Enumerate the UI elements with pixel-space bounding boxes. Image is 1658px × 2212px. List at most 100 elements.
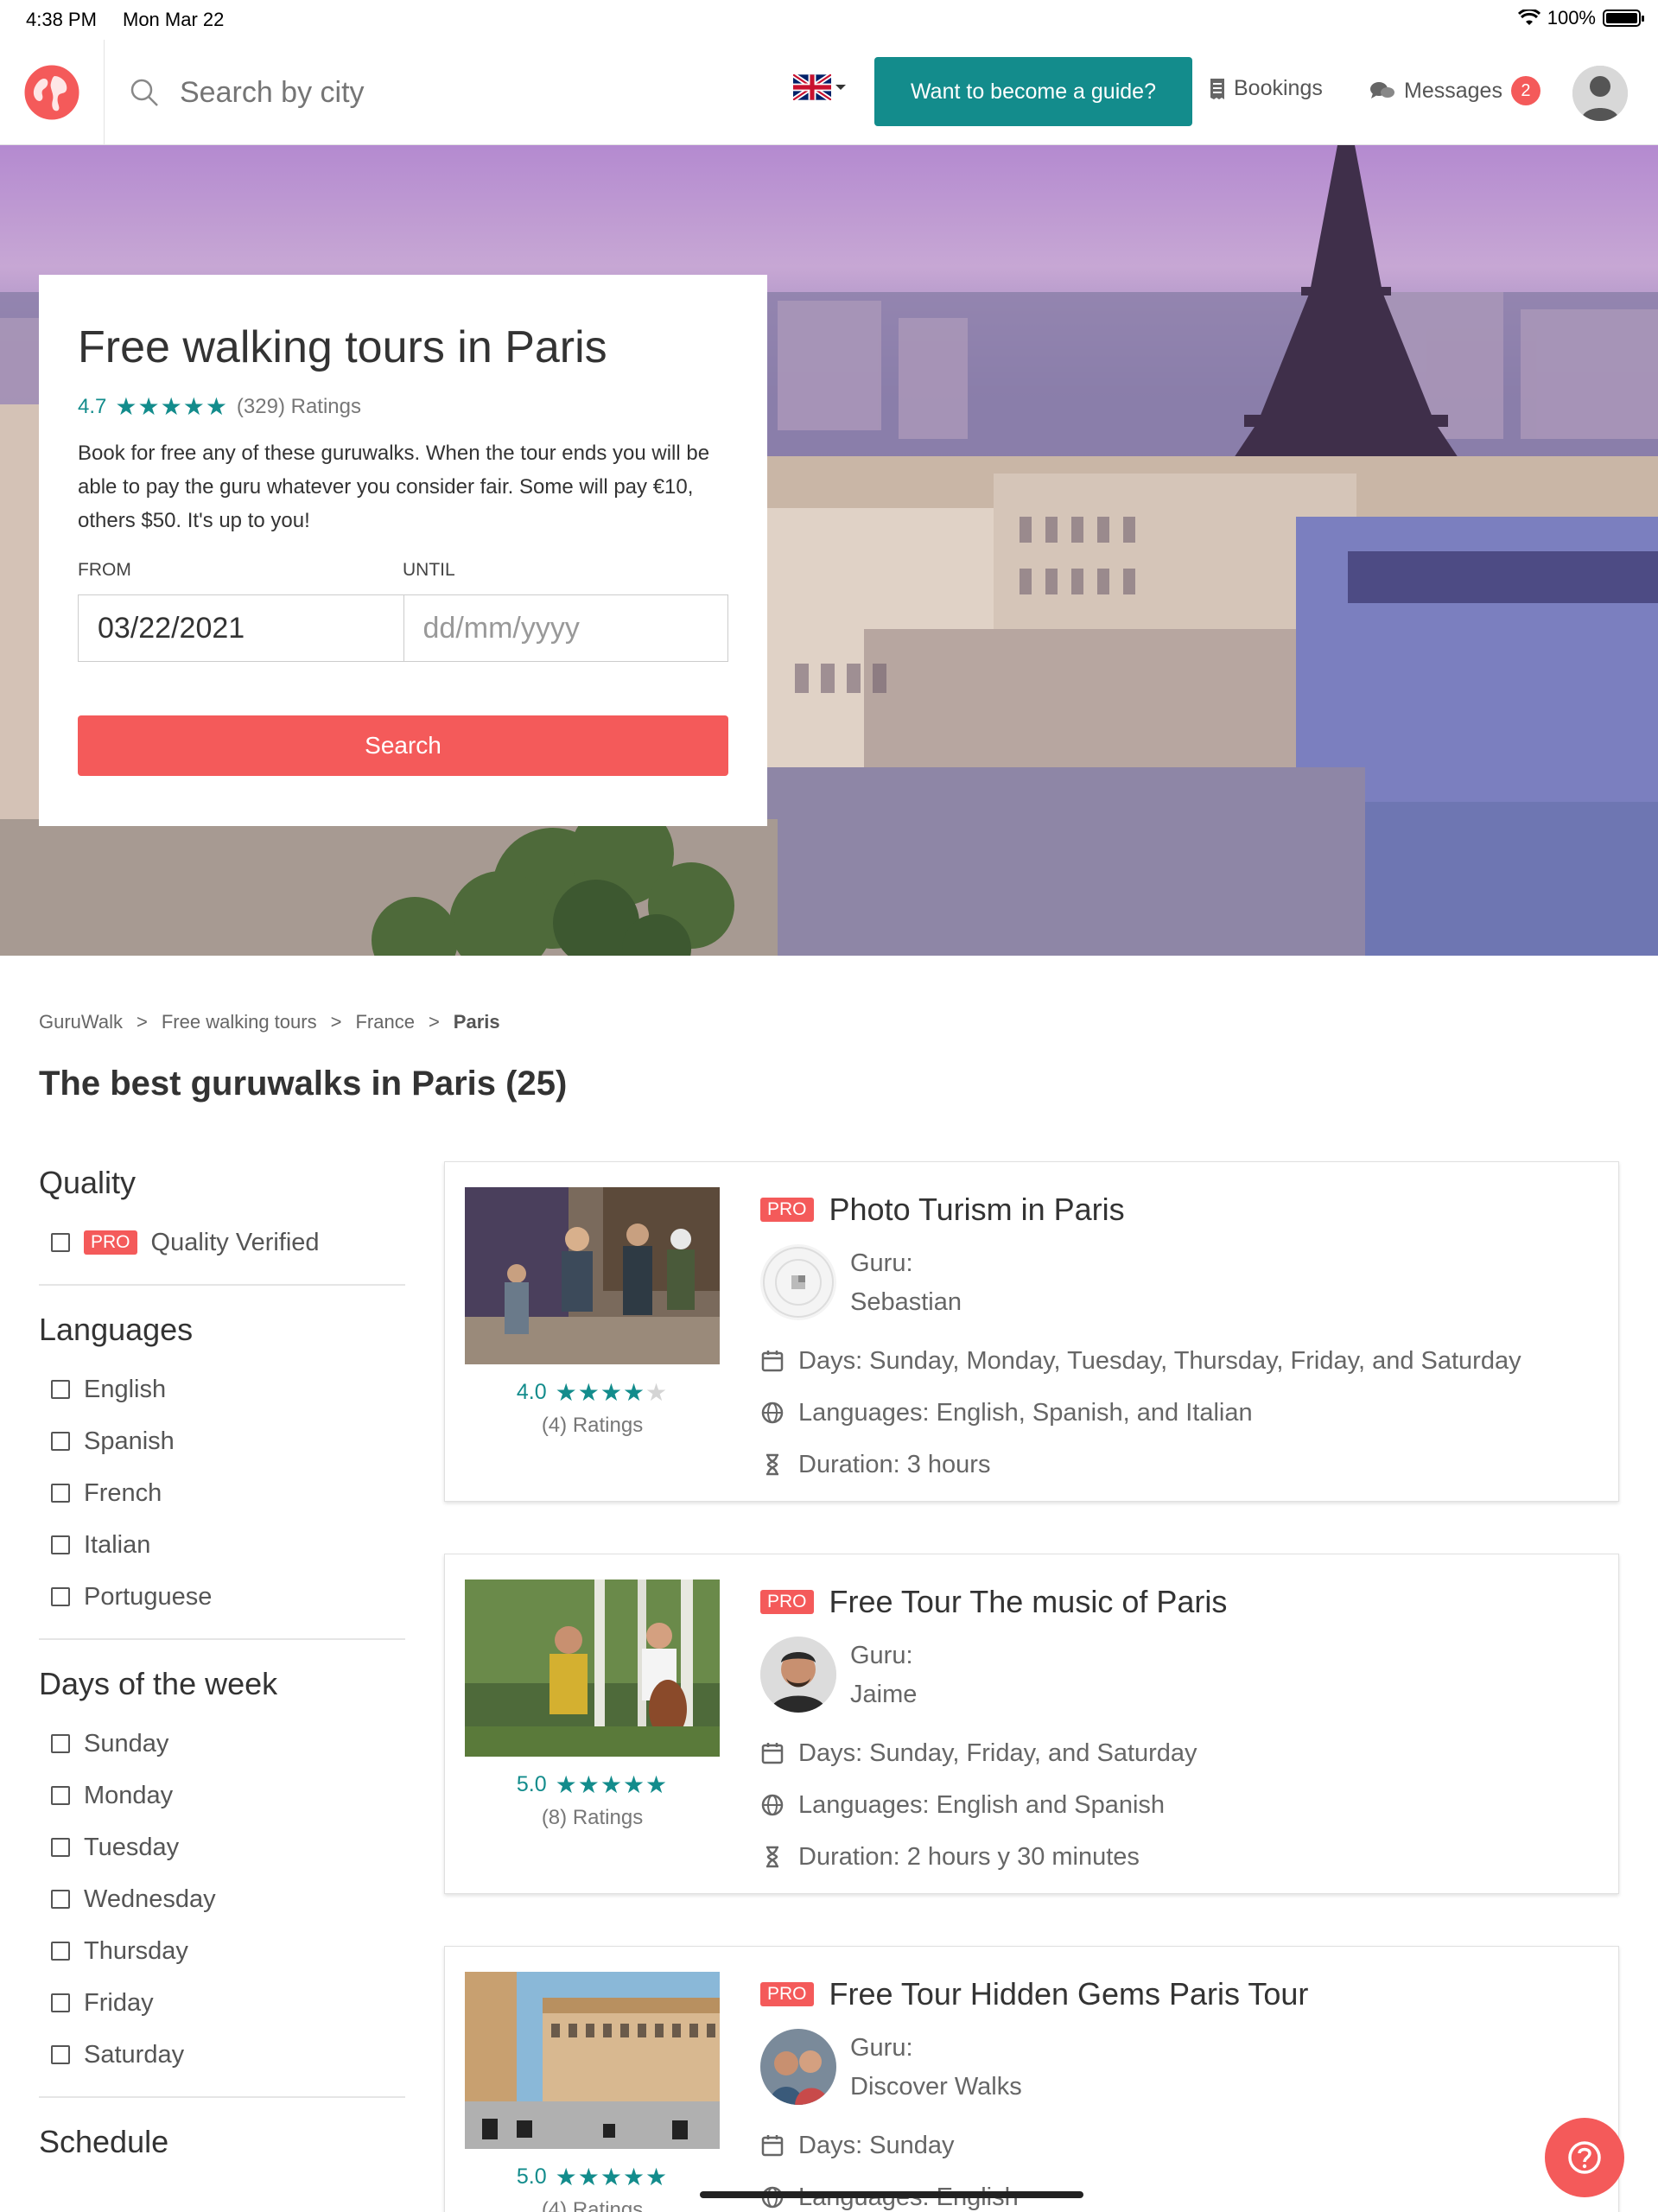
checkbox[interactable] [51, 1380, 70, 1399]
checkbox[interactable] [51, 1942, 70, 1961]
uk-flag-icon [793, 74, 831, 100]
language-filter-english[interactable]: English [39, 1363, 405, 1415]
checkbox[interactable] [51, 1484, 70, 1503]
tour-title[interactable]: Free Tour Hidden Gems Paris Tour [829, 1976, 1309, 2012]
tour-card[interactable]: 4.0 ★★★★★ (4) Ratings PRO Photo Turism in… [444, 1161, 1619, 1502]
star-filled-icon: ★ [600, 1379, 623, 1406]
guru-avatar[interactable] [760, 1244, 836, 1320]
tour-languages-text: Languages: English, Spanish, and Italian [798, 1398, 1253, 1427]
tour-card[interactable]: 5.0 ★★★★★ (4) Ratings PRO Free Tour Hidde… [444, 1946, 1619, 2212]
tour-languages-text: Languages: English and Spanish [798, 1790, 1166, 1819]
day-filter-wednesday[interactable]: Wednesday [39, 1873, 405, 1925]
page-title: The best guruwalks in Paris (25) [39, 1065, 568, 1103]
tour-duration: Duration: 3 hours [760, 1439, 1521, 1491]
filter-label: French [84, 1478, 162, 1507]
filter-label: Portuguese [84, 1582, 213, 1611]
day-filter-thursday[interactable]: Thursday [39, 1925, 405, 1977]
tour-duration-text: Duration: 3 hours [798, 1450, 991, 1478]
star-rating-icon: ★★★★★ [556, 1770, 669, 1799]
tour-title[interactable]: Free Tour The music of Paris [829, 1584, 1228, 1620]
tour-title-row: PRO Free Tour The music of Paris [760, 1584, 1227, 1620]
tour-rating: 4.0 ★★★★★ (4) Ratings [465, 1378, 720, 1438]
guru-label: Guru: [850, 1642, 913, 1669]
checkbox[interactable] [51, 1993, 70, 2012]
guru-photo [760, 2029, 836, 2105]
star-filled-icon: ★ [622, 1379, 646, 1406]
days-filter-title: Days of the week [39, 1666, 278, 1701]
rating-value: 4.7 [78, 394, 107, 418]
ratings-count: (8) Ratings [541, 1806, 644, 1829]
language-filter-french[interactable]: French [39, 1467, 405, 1519]
checkbox[interactable] [51, 1734, 70, 1753]
from-date-input[interactable]: 03/22/2021 [79, 595, 403, 661]
user-icon [1572, 66, 1628, 121]
tour-photo[interactable] [465, 1972, 720, 2149]
bookings-link[interactable]: Bookings [1210, 76, 1323, 101]
logo[interactable] [0, 40, 105, 145]
breadcrumb-guruwalk[interactable]: GuruWalk [39, 1011, 123, 1033]
languages-filter-title: Languages [39, 1312, 194, 1347]
help-button[interactable] [1545, 2118, 1624, 2197]
star-filled-icon: ★ [555, 1379, 578, 1406]
until-date-input[interactable]: dd/mm/yyyy [403, 595, 728, 661]
guru-name[interactable]: Sebastian [850, 1283, 962, 1322]
divider [39, 1284, 405, 1286]
guru-label: Guru: [850, 1249, 913, 1277]
filter-label: Wednesday [84, 1885, 216, 1913]
guru-avatar[interactable] [760, 2029, 836, 2105]
language-filter-portuguese[interactable]: Portuguese [39, 1571, 405, 1623]
tour-card[interactable]: 5.0 ★★★★★ (8) Ratings PRO Free Tour The m… [444, 1554, 1619, 1894]
language-filter-italian[interactable]: Italian [39, 1519, 405, 1571]
city-search[interactable] [130, 66, 562, 119]
checkbox[interactable] [51, 1890, 70, 1909]
hero-search-card: Free walking tours in Paris 4.7 ★★★★★ (3… [39, 275, 767, 826]
checkbox[interactable] [51, 1233, 70, 1252]
tour-photo[interactable] [465, 1580, 720, 1757]
star-rating-icon: ★★★★★ [115, 392, 228, 421]
tour-photo[interactable] [465, 1187, 720, 1364]
status-right: 100% [1517, 7, 1644, 29]
user-avatar[interactable] [1572, 66, 1628, 121]
pro-badge: PRO [760, 1198, 814, 1222]
checkbox[interactable] [51, 1786, 70, 1805]
messages-link[interactable]: Messages 2 [1369, 76, 1540, 105]
guru-name[interactable]: Jaime [850, 1675, 917, 1714]
star-empty-icon: ★ [645, 1379, 669, 1406]
breadcrumb-france[interactable]: France [355, 1011, 414, 1033]
star-filled-icon: ★ [622, 1771, 646, 1798]
globe-logo-icon [24, 65, 79, 120]
language-selector[interactable] [793, 74, 847, 100]
star-filled-icon: ★ [577, 2164, 600, 2190]
checkbox[interactable] [51, 2045, 70, 2064]
search-button[interactable]: Search [78, 715, 728, 776]
day-filter-friday[interactable]: Friday [39, 1977, 405, 2029]
day-filter-monday[interactable]: Monday [39, 1770, 405, 1821]
day-filter-tuesday[interactable]: Tuesday [39, 1821, 405, 1873]
tour-title[interactable]: Photo Turism in Paris [829, 1192, 1125, 1228]
checkbox[interactable] [51, 1587, 70, 1606]
schedule-filter-title: Schedule [39, 2124, 169, 2159]
tour-title-row: PRO Photo Turism in Paris [760, 1192, 1125, 1228]
guru-name[interactable]: Discover Walks [850, 2068, 1022, 2107]
filter-label: Saturday [84, 2040, 185, 2069]
breadcrumb-free-walking-tours[interactable]: Free walking tours [162, 1011, 317, 1033]
language-filter-spanish[interactable]: Spanish [39, 1415, 405, 1467]
day-filter-saturday[interactable]: Saturday [39, 2029, 405, 2081]
divider [39, 1638, 405, 1640]
checkbox[interactable] [51, 1432, 70, 1451]
star-filled-icon: ★ [182, 393, 206, 420]
tour-image [465, 1580, 720, 1757]
star-filled-icon: ★ [577, 1771, 600, 1798]
quality-verified-filter[interactable]: PRO Quality Verified [39, 1217, 405, 1268]
breadcrumb-paris: Paris [453, 1011, 500, 1033]
globe-icon [761, 1794, 784, 1816]
guru-avatar[interactable] [760, 1637, 836, 1713]
filter-label: Quality Verified [150, 1228, 320, 1256]
tour-days: Days: Sunday, Monday, Tuesday, Thursday,… [760, 1335, 1521, 1387]
pro-badge: PRO [84, 1230, 137, 1255]
search-input[interactable] [180, 75, 543, 110]
checkbox[interactable] [51, 1535, 70, 1554]
become-guide-button[interactable]: Want to become a guide? [874, 57, 1192, 126]
day-filter-sunday[interactable]: Sunday [39, 1718, 405, 1770]
checkbox[interactable] [51, 1838, 70, 1857]
